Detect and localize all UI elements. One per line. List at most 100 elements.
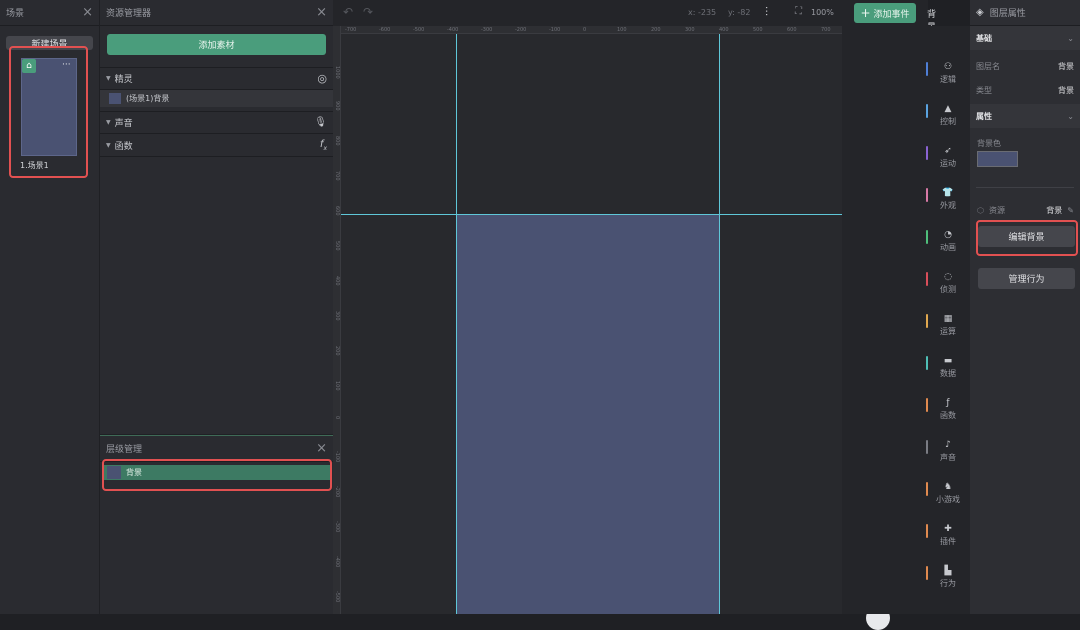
undo-icon[interactable]: ↶	[343, 5, 353, 19]
category-color-bar	[926, 356, 928, 370]
ruler-tick-label: -100	[334, 451, 340, 463]
category-game[interactable]: ♞ 小游戏	[926, 482, 968, 505]
category-animation[interactable]: ◔ 动画	[926, 230, 968, 253]
ruler-tick-label: 1000	[334, 66, 340, 79]
type-label: 类型	[976, 85, 992, 95]
category-color-bar	[926, 188, 928, 202]
edit-pencil-icon[interactable]: ✎	[1067, 206, 1074, 215]
sprite-thumb	[109, 93, 121, 104]
ruler-tick-label: 700	[821, 27, 831, 33]
divider	[976, 187, 1074, 188]
chevron-down-icon[interactable]: ⌄	[1067, 34, 1074, 43]
category-logic[interactable]: ⚇ 逻辑	[926, 62, 968, 85]
category-fx[interactable]: ƒ 函数	[926, 398, 968, 421]
edit-background-button[interactable]: 编辑背景	[978, 226, 1075, 247]
assets-panel-header: 资源管理器 ×	[100, 0, 333, 26]
category-color-bar	[926, 62, 928, 76]
close-icon[interactable]: ×	[316, 6, 327, 19]
attr-label: 属性	[976, 111, 992, 121]
new-scene-button[interactable]: 新建场景	[6, 36, 93, 50]
bg-color-label: 背景色	[977, 139, 1001, 148]
category-plugin[interactable]: ✚ 插件	[926, 524, 968, 547]
close-icon[interactable]: ×	[316, 442, 327, 455]
category-motion[interactable]: ➶ 运动	[926, 146, 968, 169]
section-sprites[interactable]: ▼ 精灵 ◎	[100, 67, 333, 90]
category-grid[interactable]: ▦ 运算	[926, 314, 968, 337]
home-icon: ⌂	[22, 59, 36, 73]
category-label: 逻辑	[940, 75, 956, 84]
ruler-tick-label: 700	[334, 171, 340, 181]
ruler-tick-label: 800	[334, 136, 340, 146]
chevron-down-icon[interactable]: ⌄	[1067, 112, 1074, 121]
ruler-tick-label: 500	[753, 27, 763, 33]
scene-panel-title: 场景	[6, 9, 25, 19]
ruler-tick-label: -400	[447, 27, 459, 33]
layer-name-value: 背景	[1058, 61, 1074, 71]
layer-name-label: 图层名	[976, 61, 1000, 71]
category-label: 小游戏	[936, 495, 960, 504]
layers-panel: 层级管理 × 背景	[100, 435, 333, 614]
plus-icon: +	[860, 6, 871, 20]
scene-panel-header: 场景 ×	[0, 0, 99, 26]
section-sounds[interactable]: ▼ 声音 🎙	[100, 111, 333, 134]
section-functions[interactable]: ▼ 函数 fx	[100, 134, 333, 157]
shirt-icon: 👕	[942, 188, 954, 198]
bg-color-swatch[interactable]	[977, 151, 1018, 167]
properties-title: 图层属性	[989, 9, 1026, 19]
ruler-vertical: 1000 900 800 700 600 500 400 300 200 100 0 -100 -200…	[333, 26, 341, 614]
category-rail: ⚇ 逻辑 ▲ 控制 ➶ 运动 👕 外观 ◔ 动画 ◌ 侦测 ▦ 运算 ▬ 数据 ƒ 函数 ♪ 声音 ♞ 小游戏 ✚ 插件 ▙ 行为	[842, 26, 970, 614]
resource-value: 背景	[1046, 206, 1063, 215]
ruler-tick-label: 900	[334, 101, 340, 111]
mic-icon: ♪	[945, 440, 951, 450]
manage-behavior-button[interactable]: 管理行为	[978, 268, 1075, 289]
mic-icon[interactable]: 🎙	[314, 117, 327, 128]
triangle-down-icon: ▼	[106, 119, 111, 126]
ruler-tick-label: -500	[413, 27, 425, 33]
triangle-down-icon: ▼	[106, 75, 111, 82]
section-label: 声音	[114, 119, 133, 129]
type-value: 背景	[1058, 85, 1074, 95]
ruler-tick-label: 100	[617, 27, 627, 33]
guide-line-v2	[719, 34, 720, 614]
category-data[interactable]: ▬ 数据	[926, 356, 968, 379]
category-detect[interactable]: ◌ 侦测	[926, 272, 968, 295]
category-control[interactable]: ▲ 控制	[926, 104, 968, 127]
category-color-bar	[926, 146, 928, 160]
fx-icon[interactable]: fx	[320, 139, 327, 152]
category-behavior[interactable]: ▙ 行为	[926, 566, 968, 589]
sprite-item[interactable]: (场景1)背景	[100, 90, 333, 107]
detect-icon: ◌	[944, 272, 952, 282]
basic-section[interactable]: 基础 ⌄	[970, 26, 1080, 50]
scene-panel: 场景 × 新建场景 ⌂ ··· 1.场景1	[0, 0, 99, 614]
category-mic[interactable]: ♪ 声音	[926, 440, 968, 463]
fx-icon: ƒ	[946, 398, 950, 408]
category-color-bar	[926, 104, 928, 118]
category-color-bar	[926, 314, 928, 328]
stage-background[interactable]	[457, 214, 719, 614]
ruler-tick-label: 300	[334, 311, 340, 321]
attr-section[interactable]: 属性 ⌄	[970, 104, 1080, 128]
layer-thumb	[107, 466, 121, 479]
category-shirt[interactable]: 👕 外观	[926, 188, 968, 211]
animation-icon: ◔	[944, 230, 952, 240]
layer-name-row: 图层名 背景	[970, 54, 1080, 78]
ruler-tick-label: 600	[334, 206, 340, 216]
category-label: 运算	[940, 327, 956, 336]
category-label: 行为	[940, 579, 956, 588]
layer-item[interactable]: 背景	[104, 465, 330, 480]
guide-line-v1	[456, 34, 457, 614]
close-icon[interactable]: ×	[82, 6, 93, 19]
palette-icon[interactable]: ◎	[317, 72, 327, 85]
sprite-item-label: (场景1)背景	[126, 94, 170, 103]
zoom-level[interactable]: 100%	[811, 8, 834, 17]
type-row: 类型 背景	[970, 78, 1080, 102]
fit-icon[interactable]: ⛶	[795, 6, 802, 17]
layer-item-label: 背景	[126, 468, 142, 477]
add-event-button[interactable]: + 添加事件	[854, 3, 916, 23]
redo-icon[interactable]: ↷	[363, 5, 373, 19]
behavior-icon: ▙	[944, 566, 952, 576]
sliders-icon[interactable]: ⫶	[765, 5, 768, 20]
add-asset-button[interactable]: 添加素材	[107, 34, 326, 55]
more-icon[interactable]: ···	[62, 60, 71, 70]
layers-panel-header: 层级管理 ×	[100, 436, 333, 462]
